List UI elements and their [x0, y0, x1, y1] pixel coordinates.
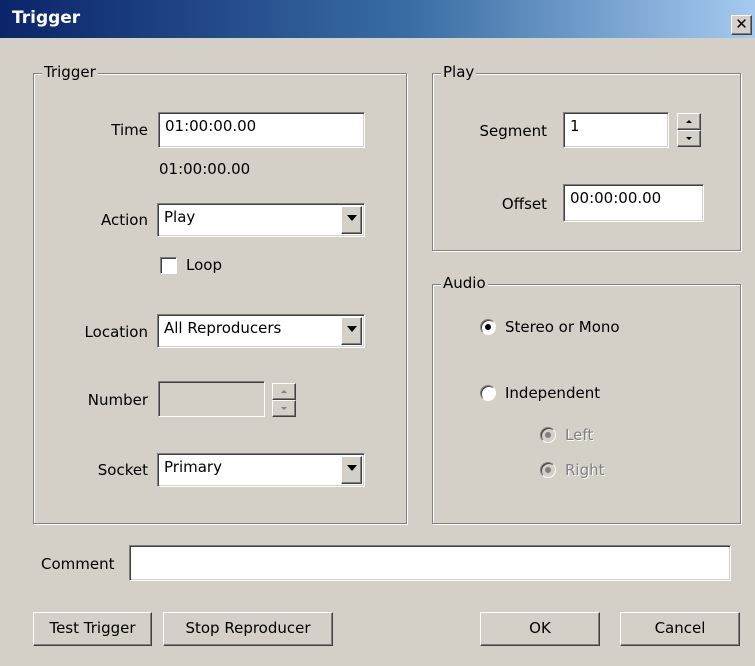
offset-label: Offset — [501, 195, 547, 213]
right-radio — [540, 462, 556, 478]
action-label: Action — [101, 211, 148, 229]
segment-label: Segment — [479, 122, 548, 140]
right-label: Right — [565, 461, 605, 479]
number-input — [158, 381, 265, 417]
offset-input[interactable]: 00:00:00.00 — [563, 184, 704, 222]
chevron-down-icon[interactable] — [341, 317, 362, 345]
time-display: 01:00:00.00 — [159, 160, 251, 178]
segment-spinner[interactable] — [677, 113, 701, 147]
audio-group-legend: Audio — [441, 274, 488, 292]
time-label: Time — [111, 121, 148, 139]
title-bar: Trigger ✕ — [0, 0, 755, 38]
trigger-group-legend: Trigger — [42, 63, 98, 81]
chevron-down-icon[interactable] — [341, 206, 362, 234]
comment-input[interactable] — [129, 545, 731, 581]
window-title: Trigger — [12, 8, 81, 28]
test-trigger-button[interactable]: Test Trigger — [33, 612, 152, 646]
loop-label[interactable]: Loop — [186, 256, 222, 274]
close-button[interactable]: ✕ — [731, 15, 752, 35]
cancel-button[interactable]: Cancel — [620, 612, 740, 646]
segment-spin-up-icon[interactable] — [677, 113, 701, 130]
independent-radio[interactable] — [480, 385, 496, 401]
location-select[interactable]: All Reproducers — [157, 314, 365, 348]
play-groupbox: Play — [432, 63, 741, 251]
action-select-value: Play — [164, 208, 196, 226]
number-spinner — [272, 383, 296, 417]
close-icon: ✕ — [735, 15, 748, 33]
left-label: Left — [565, 426, 594, 444]
socket-select-value: Primary — [164, 458, 222, 476]
number-spin-up-icon — [272, 383, 296, 400]
independent-label[interactable]: Independent — [505, 384, 600, 402]
stop-reproducer-button[interactable]: Stop Reproducer — [163, 612, 333, 646]
left-radio — [540, 427, 556, 443]
action-select[interactable]: Play — [157, 203, 365, 237]
stereo-radio[interactable] — [480, 319, 496, 335]
chevron-down-icon[interactable] — [341, 456, 362, 484]
time-input[interactable]: 01:00:00.00 — [158, 112, 365, 148]
location-label: Location — [84, 323, 148, 341]
number-spin-down-icon — [272, 400, 296, 417]
socket-select[interactable]: Primary — [157, 453, 365, 487]
segment-spin-down-icon[interactable] — [677, 130, 701, 147]
location-select-value: All Reproducers — [164, 319, 282, 337]
segment-input[interactable]: 1 — [563, 112, 669, 148]
loop-checkbox[interactable] — [160, 257, 177, 274]
comment-label: Comment — [41, 555, 115, 573]
number-label: Number — [87, 391, 148, 409]
ok-button[interactable]: OK — [480, 612, 600, 646]
stereo-label[interactable]: Stereo or Mono — [505, 318, 620, 336]
play-group-legend: Play — [441, 63, 477, 81]
socket-label: Socket — [97, 461, 148, 479]
